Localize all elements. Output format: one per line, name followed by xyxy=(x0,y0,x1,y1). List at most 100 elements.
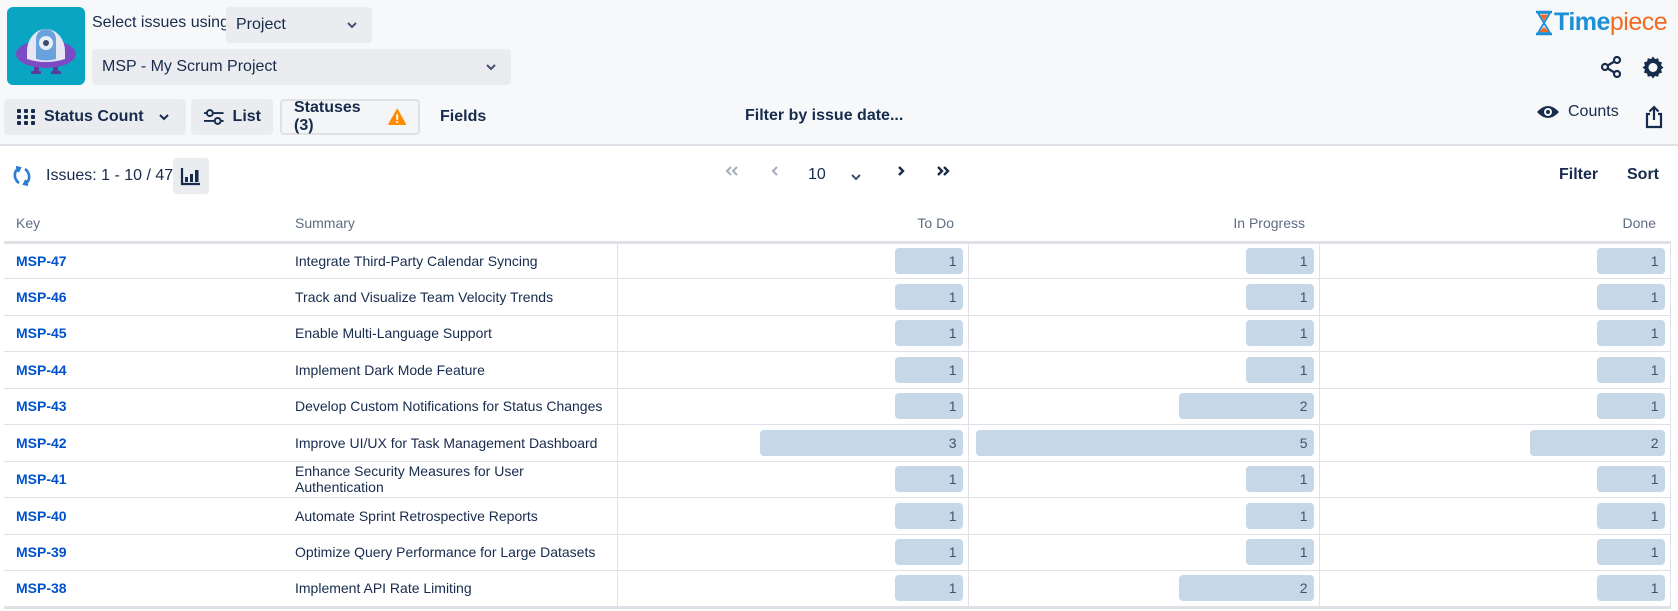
table-row[interactable]: MSP-42 Improve UI/UX for Task Management … xyxy=(4,424,1671,462)
column-header-inprogress[interactable]: In Progress xyxy=(968,206,1319,244)
issue-summary: Track and Visualize Team Velocity Trends xyxy=(283,278,618,316)
count-bar-inprogress[interactable]: 1 xyxy=(1245,320,1314,347)
export-button[interactable] xyxy=(1642,104,1666,130)
column-header-key[interactable]: Key xyxy=(4,206,283,244)
previous-page-button[interactable] xyxy=(770,164,780,183)
chevron-down-icon xyxy=(347,22,357,29)
count-bar-inprogress[interactable]: 1 xyxy=(1245,502,1314,529)
filter-by-date-button[interactable]: Filter by issue date... xyxy=(745,107,903,125)
count-bar-inprogress[interactable]: 1 xyxy=(1245,539,1314,566)
grid-icon xyxy=(17,109,35,125)
count-cell-done: 1 xyxy=(1319,242,1671,279)
count-bar-inprogress[interactable]: 2 xyxy=(1178,575,1314,602)
fields-button[interactable]: Fields xyxy=(428,99,508,135)
issue-key-cell: MSP-40 xyxy=(4,497,283,535)
fields-label: Fields xyxy=(440,108,487,125)
issues-count: Issues: 1 - 10 / 47 xyxy=(46,167,174,184)
count-cell-todo: 1 xyxy=(617,242,969,279)
issue-summary: Implement Dark Mode Feature xyxy=(283,351,618,389)
issue-key-link[interactable]: MSP-38 xyxy=(16,580,67,596)
issue-key-cell: MSP-45 xyxy=(4,315,283,352)
count-bar-todo[interactable]: 3 xyxy=(759,429,963,456)
share-button[interactable] xyxy=(1598,54,1624,80)
table-row[interactable]: MSP-39 Optimize Query Performance for Lar… xyxy=(4,534,1671,571)
count-bar-done[interactable]: 1 xyxy=(1596,466,1665,493)
issue-summary: Automate Sprint Retrospective Reports xyxy=(283,497,618,535)
column-header-done[interactable]: Done xyxy=(1319,206,1670,244)
count-bar-todo[interactable]: 1 xyxy=(894,575,963,602)
issue-key-cell: MSP-44 xyxy=(4,351,283,389)
statuses-button[interactable]: Statuses (3) xyxy=(280,99,420,135)
table-row[interactable]: MSP-46 Track and Visualize Team Velocity … xyxy=(4,278,1671,316)
count-bar-todo[interactable]: 1 xyxy=(894,247,963,274)
gear-icon xyxy=(1642,56,1664,79)
table-row[interactable]: MSP-43 Develop Custom Notifications for S… xyxy=(4,388,1671,425)
last-page-button[interactable] xyxy=(935,164,951,183)
table-row[interactable]: MSP-45 Enable Multi-Language Support 1 1 1 xyxy=(4,315,1671,352)
counts-toggle[interactable]: Counts xyxy=(1536,103,1619,121)
count-bar-done[interactable]: 1 xyxy=(1596,320,1665,347)
count-bar-inprogress[interactable]: 2 xyxy=(1178,393,1314,420)
count-bar-todo[interactable]: 1 xyxy=(894,466,963,493)
table-row[interactable]: MSP-44 Implement Dark Mode Feature 1 1 1 xyxy=(4,351,1671,389)
page-size-dropdown[interactable] xyxy=(850,168,862,186)
count-bar-todo[interactable]: 1 xyxy=(894,356,963,383)
issue-key-link[interactable]: MSP-44 xyxy=(16,362,67,378)
table-row[interactable]: MSP-40 Automate Sprint Retrospective Repo… xyxy=(4,497,1671,535)
list-button[interactable]: List xyxy=(191,99,273,135)
table-row[interactable]: MSP-38 Implement API Rate Limiting 1 2 1 xyxy=(4,570,1671,609)
settings-button[interactable] xyxy=(1640,54,1666,80)
table-row[interactable]: MSP-41 Enhance Security Measures for User… xyxy=(4,461,1671,498)
double-chevron-right-icon xyxy=(937,166,950,176)
issue-key-link[interactable]: MSP-41 xyxy=(16,471,67,487)
table-row[interactable]: MSP-47 Integrate Third-Party Calendar Syn… xyxy=(4,242,1671,279)
issue-summary: Enable Multi-Language Support xyxy=(283,315,618,352)
chart-toggle-button[interactable] xyxy=(173,158,209,194)
count-bar-inprogress[interactable]: 1 xyxy=(1245,247,1314,274)
count-bar-todo[interactable]: 1 xyxy=(894,539,963,566)
issue-key-link[interactable]: MSP-42 xyxy=(16,435,67,451)
refresh-button[interactable] xyxy=(10,164,34,188)
count-bar-inprogress[interactable]: 5 xyxy=(975,429,1314,456)
count-bar-todo[interactable]: 1 xyxy=(894,502,963,529)
issue-key-cell: MSP-42 xyxy=(4,424,283,462)
count-cell-done: 1 xyxy=(1319,497,1671,535)
issue-key-link[interactable]: MSP-46 xyxy=(16,289,67,305)
column-header-summary[interactable]: Summary xyxy=(283,206,617,244)
column-header-todo[interactable]: To Do xyxy=(617,206,968,244)
issue-key-link[interactable]: MSP-40 xyxy=(16,508,67,524)
count-bar-todo[interactable]: 1 xyxy=(894,393,963,420)
count-bar-done[interactable]: 1 xyxy=(1596,356,1665,383)
chevron-down-icon xyxy=(486,64,496,71)
count-bar-todo[interactable]: 1 xyxy=(894,320,963,347)
count-bar-inprogress[interactable]: 1 xyxy=(1245,356,1314,383)
first-page-button[interactable] xyxy=(724,164,740,183)
chevron-left-icon xyxy=(771,166,778,176)
next-page-button[interactable] xyxy=(896,164,906,183)
chevron-right-icon xyxy=(898,166,905,176)
view-selector-button[interactable]: Status Count xyxy=(4,99,186,135)
count-bar-done[interactable]: 1 xyxy=(1596,393,1665,420)
count-bar-todo[interactable]: 1 xyxy=(894,283,963,310)
warning-icon xyxy=(387,108,406,126)
chevron-down-icon xyxy=(158,114,169,121)
count-bar-done[interactable]: 2 xyxy=(1529,429,1665,456)
count-cell-todo: 1 xyxy=(617,461,969,498)
issue-key-link[interactable]: MSP-43 xyxy=(16,398,67,414)
selection-mode-dropdown[interactable]: Project xyxy=(226,7,372,43)
count-bar-done[interactable]: 1 xyxy=(1596,575,1665,602)
sort-button[interactable]: Sort xyxy=(1627,166,1659,184)
count-bar-inprogress[interactable]: 1 xyxy=(1245,283,1314,310)
count-bar-inprogress[interactable]: 1 xyxy=(1245,466,1314,493)
issue-key-link[interactable]: MSP-39 xyxy=(16,544,67,560)
count-bar-done[interactable]: 1 xyxy=(1596,247,1665,274)
issue-key-link[interactable]: MSP-45 xyxy=(16,325,67,341)
ufo-icon xyxy=(16,29,76,74)
project-dropdown[interactable]: MSP - My Scrum Project xyxy=(92,49,511,85)
count-bar-done[interactable]: 1 xyxy=(1596,502,1665,529)
count-cell-inprogress: 1 xyxy=(968,497,1320,535)
issue-key-link[interactable]: MSP-47 xyxy=(16,253,67,269)
filter-button[interactable]: Filter xyxy=(1559,166,1598,184)
count-bar-done[interactable]: 1 xyxy=(1596,283,1665,310)
count-bar-done[interactable]: 1 xyxy=(1596,539,1665,566)
